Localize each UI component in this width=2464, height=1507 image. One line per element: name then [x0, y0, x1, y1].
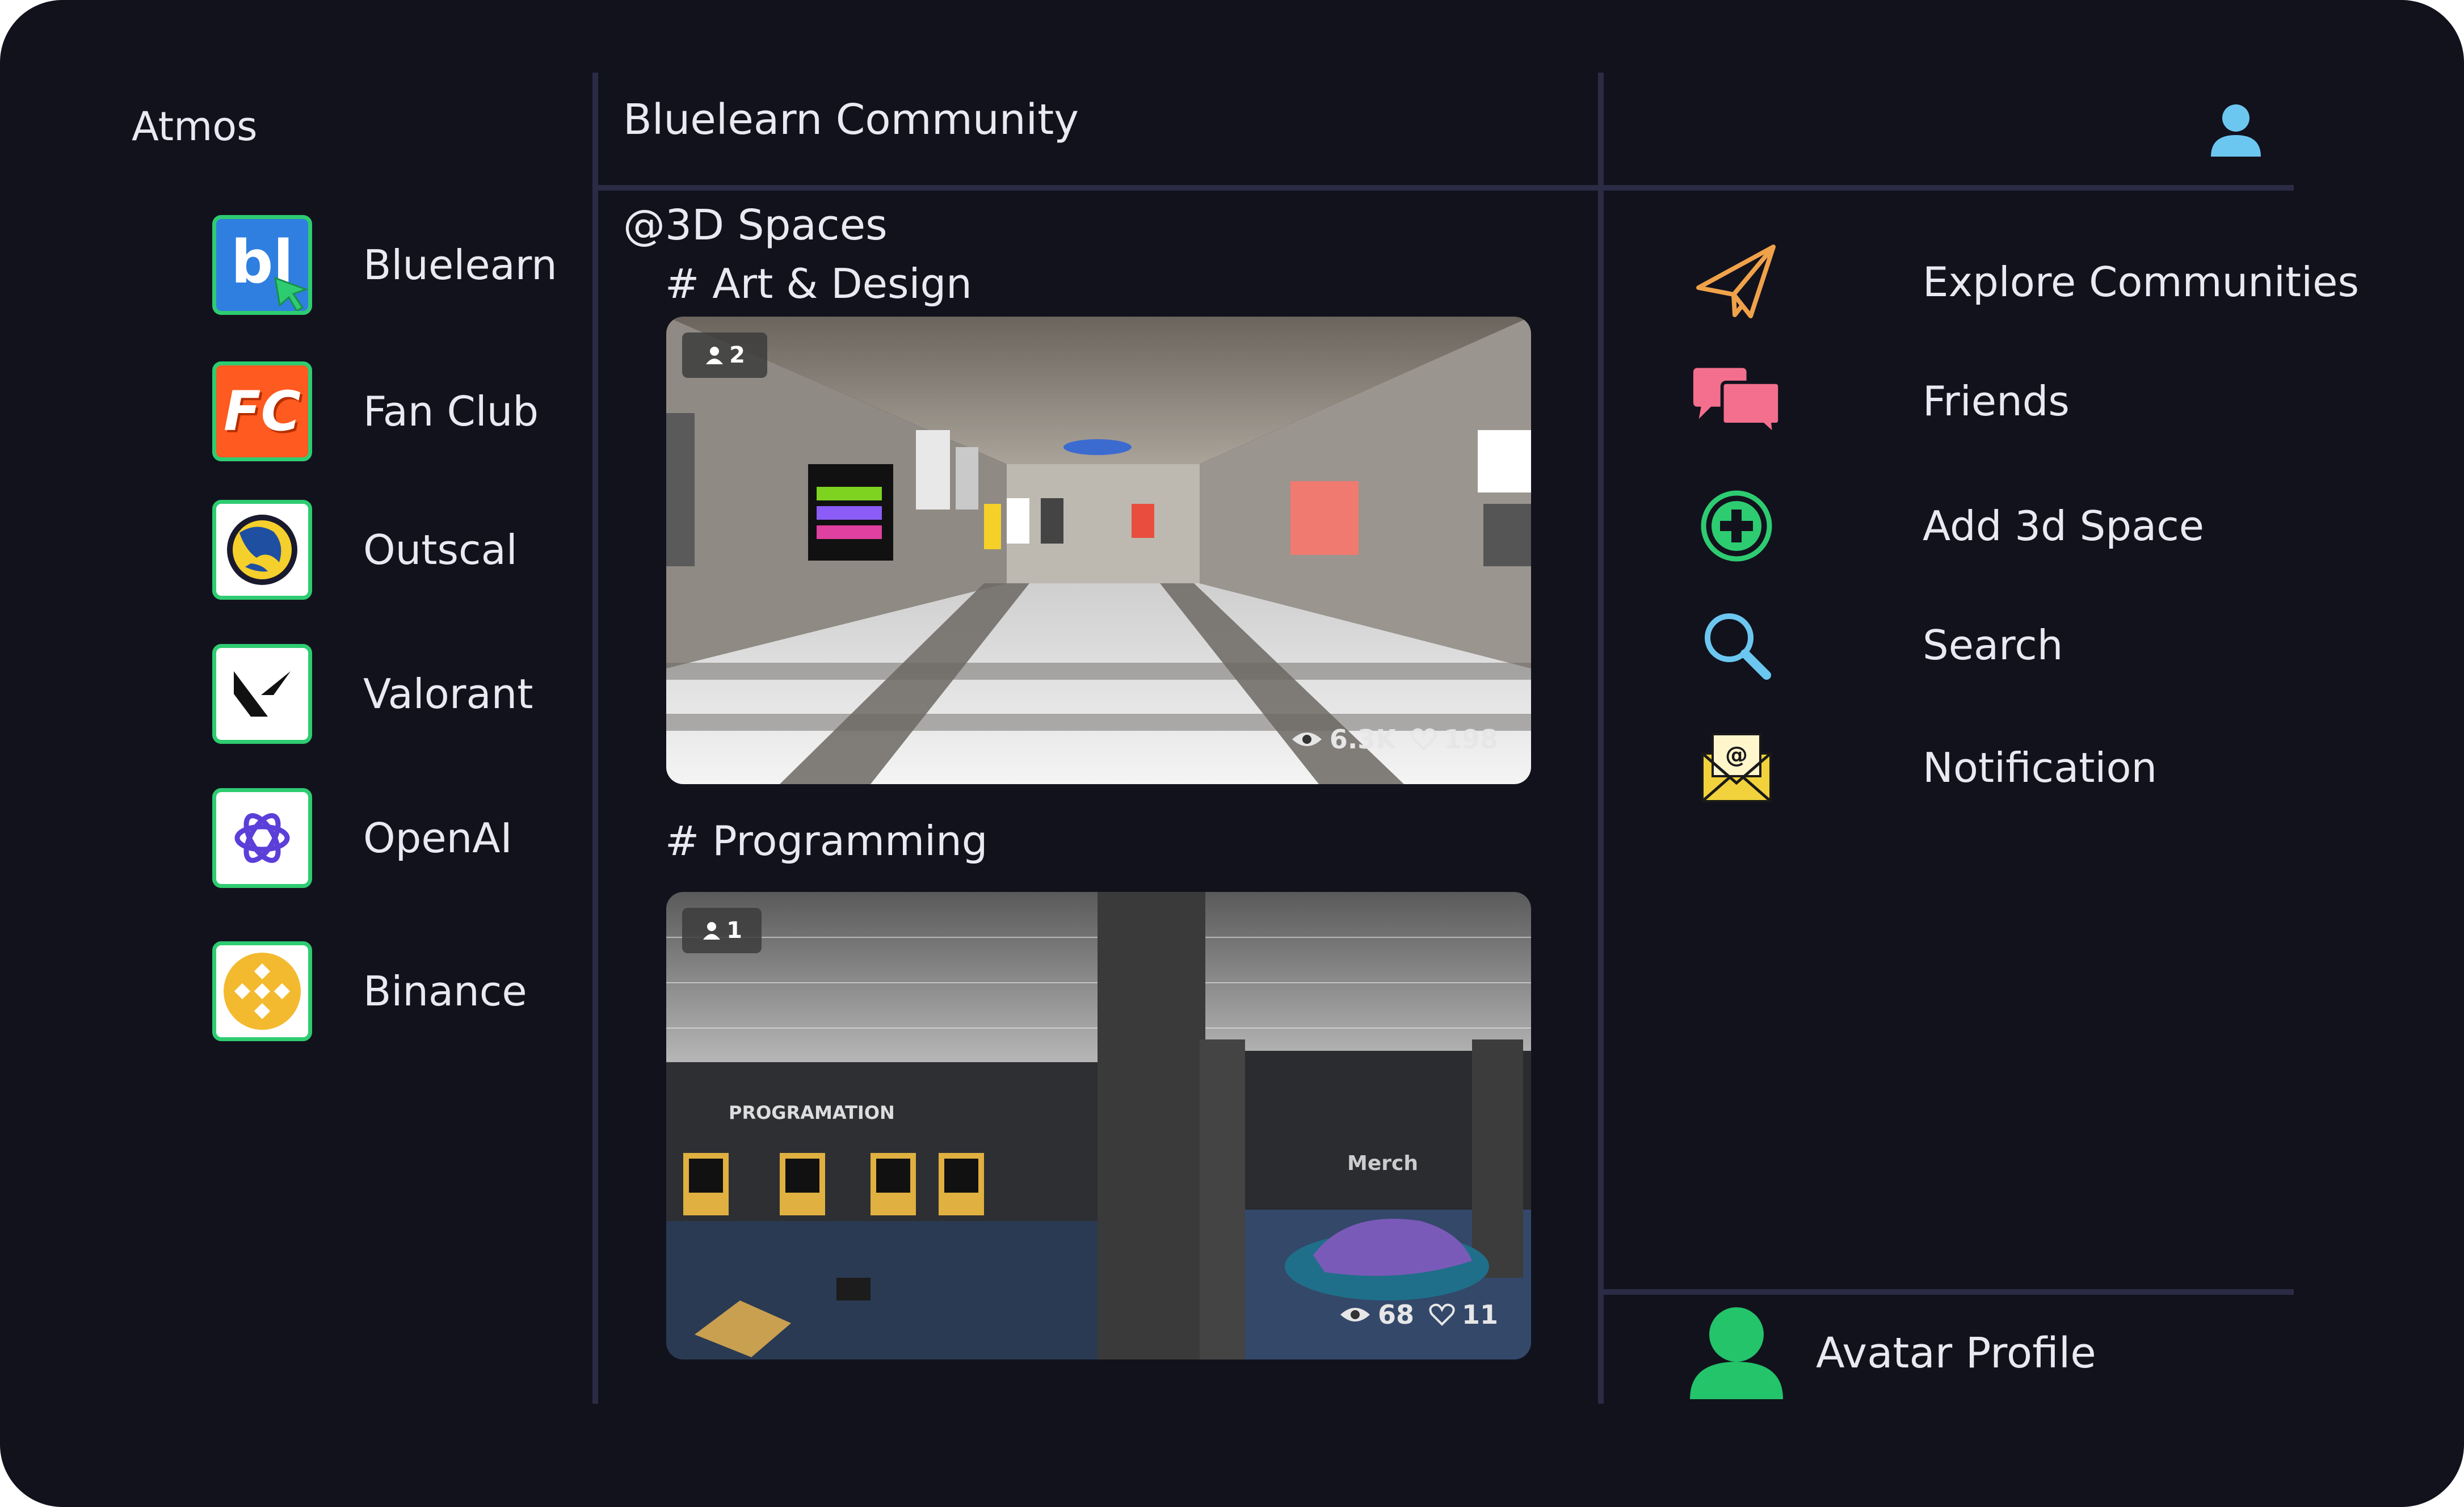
community-label: OpenAI [363, 814, 512, 862]
openai-knot-icon [234, 813, 290, 863]
programming-scene: PROGRAMATION Merch [666, 892, 1531, 1359]
page-title: Bluelearn Community [623, 95, 1079, 144]
views-stat: 6.3K [1291, 724, 1396, 755]
likes-stat[interactable]: 198 [1411, 724, 1498, 755]
menu-label: Friends [1923, 377, 2070, 425]
community-item-outscal[interactable]: Outscal [212, 496, 575, 604]
header-divider-right [1604, 185, 2294, 191]
left-divider [592, 73, 598, 1404]
community-label: Outscal [363, 526, 518, 574]
menu-explore-communities[interactable]: Explore Communities [1691, 234, 2359, 330]
globe-icon [227, 515, 297, 585]
space-stats: 68 11 [1339, 1299, 1498, 1330]
gallery-scene [666, 317, 1531, 784]
plus-circle-icon [1691, 481, 1782, 571]
community-label: Fan Club [363, 388, 539, 435]
menu-notification[interactable]: @ Notification [1691, 719, 2287, 816]
menu-search[interactable]: Search [1691, 597, 2287, 693]
cursor-icon [274, 276, 308, 311]
header-divider-center [598, 185, 1598, 191]
eye-icon [1340, 1308, 1370, 1321]
views-stat: 68 [1339, 1299, 1414, 1330]
user-profile-icon[interactable] [2206, 100, 2265, 161]
space-card-programming[interactable]: PROGRAMATION Merch 1 68 11 [666, 892, 1531, 1359]
app-window: Atmos bl Bluelearn FC Fan Club Outscal V… [0, 0, 2464, 1507]
openai-logo [212, 788, 312, 888]
section-title: @3D Spaces [623, 201, 888, 250]
community-item-bluelearn[interactable]: bl Bluelearn [212, 211, 575, 319]
menu-label: Add 3d Space [1923, 502, 2205, 550]
avatar-profile-label: Avatar Profile [1816, 1329, 2096, 1378]
avatar-profile-button[interactable]: Avatar Profile [1685, 1305, 2096, 1401]
app-name: Atmos [132, 103, 258, 150]
fan-club-logo: FC [212, 361, 312, 461]
likes-stat[interactable]: 11 [1429, 1299, 1498, 1330]
user-count-badge: 1 [682, 908, 762, 953]
community-label: Bluelearn [363, 241, 557, 289]
community-item-valorant[interactable]: Valorant [212, 640, 575, 748]
svg-text:@: @ [1725, 742, 1748, 768]
chat-bubbles-icon [1691, 356, 1782, 447]
user-icon [706, 347, 724, 364]
category-title-art: # Art & Design [665, 260, 972, 308]
menu-label: Search [1923, 621, 2063, 669]
eye-icon [1292, 733, 1322, 746]
heart-icon [1429, 1303, 1455, 1326]
heart-icon [1411, 728, 1437, 751]
community-item-fan-club[interactable]: FC Fan Club [212, 357, 575, 465]
menu-add-3d-space[interactable]: Add 3d Space [1691, 478, 2287, 574]
menu-label: Explore Communities [1923, 258, 2359, 306]
menu-friends[interactable]: Friends [1691, 353, 2287, 449]
community-label: Valorant [363, 670, 533, 718]
space-stats: 6.3K 198 [1291, 724, 1498, 755]
search-icon [1691, 600, 1782, 691]
right-divider [1598, 73, 1604, 1404]
outscal-logo [212, 500, 312, 600]
community-label: Binance [363, 967, 527, 1015]
user-icon [2211, 104, 2261, 157]
binance-icon [224, 953, 301, 1030]
avatar-icon [1690, 1307, 1783, 1399]
mail-at-icon: @ [1691, 722, 1782, 813]
category-title-programming: # Programming [665, 817, 988, 865]
menu-label: Notification [1923, 744, 2158, 792]
programmation-sign: PROGRAMATION [729, 1102, 895, 1123]
valorant-v-icon [234, 671, 291, 717]
binance-logo [212, 941, 312, 1041]
footer-divider-right [1604, 1289, 2294, 1295]
bluelearn-logo: bl [212, 215, 312, 315]
user-icon [703, 922, 721, 940]
valorant-logo [212, 644, 312, 744]
merch-sign: Merch [1347, 1152, 1418, 1175]
space-card-art[interactable]: 2 6.3K 198 [666, 317, 1531, 784]
paper-plane-icon [1691, 237, 1782, 327]
community-item-openai[interactable]: OpenAI [212, 784, 575, 892]
community-item-binance[interactable]: Binance [212, 937, 575, 1045]
user-count-badge: 2 [682, 332, 767, 378]
